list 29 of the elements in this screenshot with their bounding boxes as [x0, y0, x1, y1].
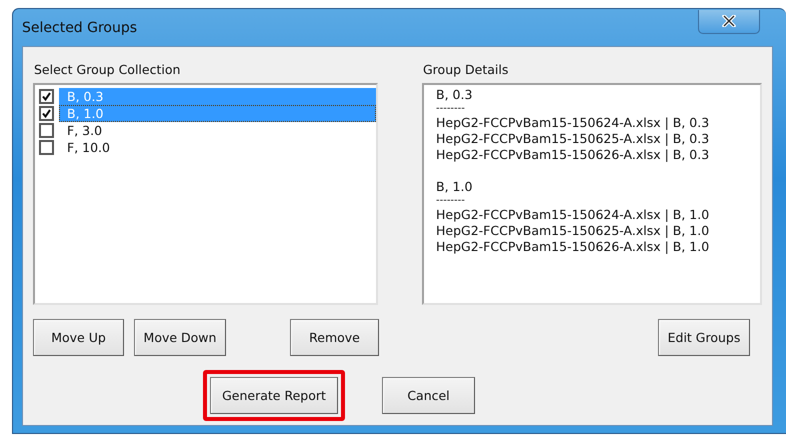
window-title: Selected Groups: [22, 20, 138, 36]
checkbox[interactable]: [39, 106, 54, 121]
section-label: Select Group Collection: [33, 60, 182, 79]
footer-button[interactable]: Cancel: [382, 377, 475, 414]
file-entry: HepG2-FCCPvBam15-150626-A.xlsx | B, 0.3: [436, 147, 710, 163]
list-action-button[interactable]: Remove: [290, 318, 379, 356]
close-icon: [722, 15, 736, 27]
checkbox[interactable]: [39, 123, 54, 138]
file-entry: HepG2-FCCPvBam15-150625-A.xlsx | B, 0.3: [436, 131, 710, 147]
list-item[interactable]: F, 3.0: [59, 122, 376, 139]
edit-groups-button[interactable]: Edit Groups: [658, 318, 750, 356]
file-entry: HepG2-FCCPvBam15-150624-A.xlsx | B, 0.3: [436, 115, 710, 131]
group-title: B, 1.0: [436, 179, 474, 195]
group-list[interactable]: B, 0.3 B, 1.0 F, 3.0 F, 10.0: [33, 83, 378, 305]
file-entry: HepG2-FCCPvBam15-150626-A.xlsx | B, 1.0: [436, 239, 710, 255]
list-action-button[interactable]: Move Down: [134, 318, 226, 356]
file-entry: HepG2-FCCPvBam15-150625-A.xlsx | B, 1.0: [436, 223, 710, 239]
separator-text: --------: [436, 103, 466, 115]
footer-button[interactable]: Generate Report: [210, 377, 338, 414]
checkbox[interactable]: [39, 140, 54, 155]
separator-text: --------: [436, 195, 466, 207]
close-button[interactable]: [698, 10, 760, 34]
file-entry: HepG2-FCCPvBam15-150624-A.xlsx | B, 1.0: [436, 207, 710, 223]
details-text-box[interactable]: [422, 83, 762, 305]
group-title: B, 0.3: [436, 87, 474, 103]
section-label: Group Details: [422, 60, 510, 79]
list-action-button[interactable]: Move Up: [33, 318, 124, 356]
checkbox[interactable]: [39, 89, 54, 104]
list-item[interactable]: F, 10.0: [59, 139, 376, 156]
